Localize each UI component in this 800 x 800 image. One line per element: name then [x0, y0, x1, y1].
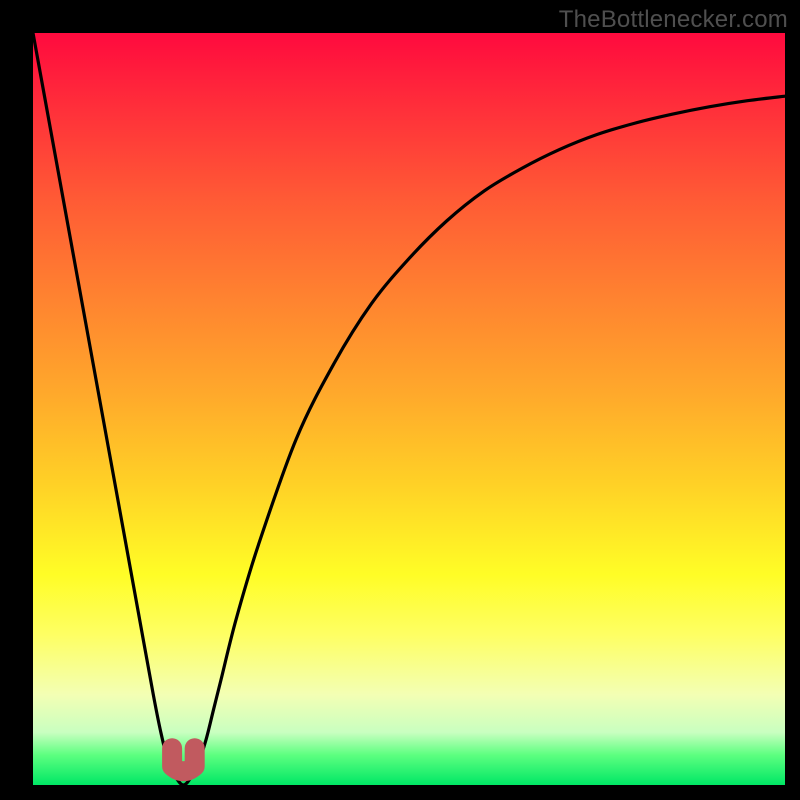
- chart-frame: TheBottlenecker.com: [0, 0, 800, 800]
- watermark-text: TheBottlenecker.com: [559, 6, 788, 34]
- minimum-marker: [172, 748, 195, 771]
- plot-area: [33, 33, 785, 785]
- bottleneck-curve: [33, 33, 785, 785]
- bottleneck-curve-svg: [33, 33, 785, 785]
